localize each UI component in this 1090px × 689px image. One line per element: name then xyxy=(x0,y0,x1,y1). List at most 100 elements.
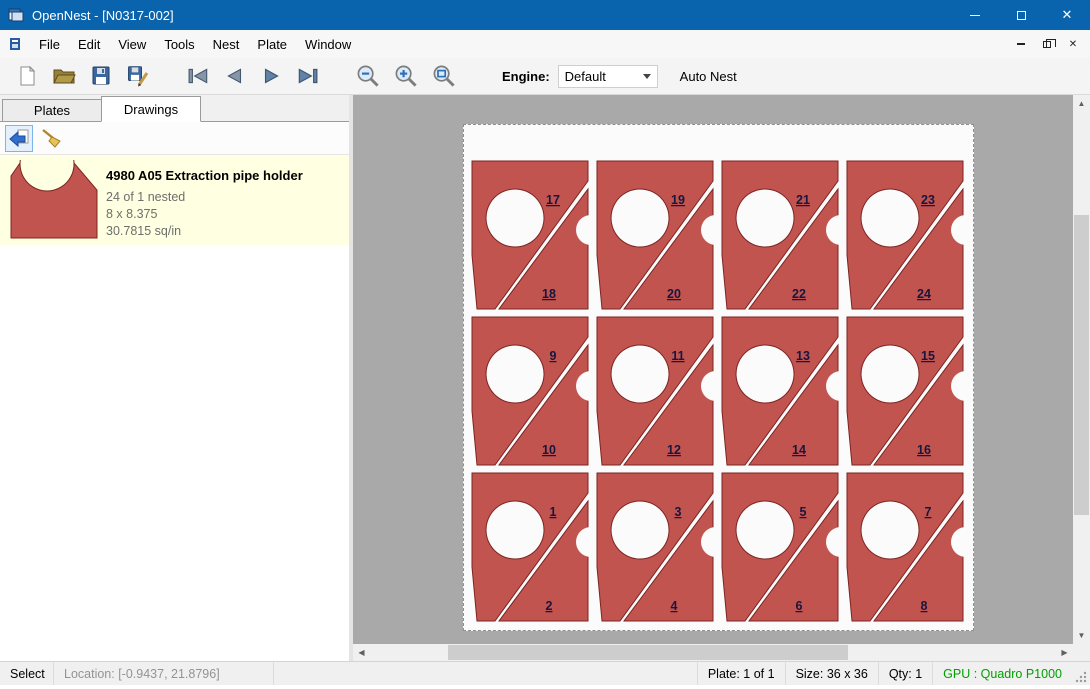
sidebar: Plates Drawings xyxy=(0,95,349,661)
nest-part[interactable] xyxy=(736,189,794,247)
nest-part[interactable] xyxy=(861,345,919,403)
nest-pair[interactable]: 1112 xyxy=(597,317,731,465)
auto-nest-button[interactable]: Auto Nest xyxy=(674,65,743,88)
nest-pair[interactable]: 78 xyxy=(847,473,973,621)
minimize-icon xyxy=(970,15,980,16)
titlebar: OpenNest - [N0317-002] ✕ xyxy=(0,0,1090,30)
nest-part[interactable] xyxy=(611,189,669,247)
menubar: File Edit View Tools Nest Plate Window ✕ xyxy=(0,30,1090,58)
statusbar: Select Location: [-0.9437, 21.8796] Plat… xyxy=(0,661,1090,685)
part-number: 9 xyxy=(550,349,557,363)
mdi-close-icon: ✕ xyxy=(1069,39,1077,50)
part-number: 23 xyxy=(921,193,935,207)
return-arrow-icon xyxy=(8,128,30,148)
status-location: Location: [-0.9437, 21.8796] xyxy=(54,662,274,685)
open-folder-icon xyxy=(52,65,76,87)
scrollbar-corner xyxy=(1073,644,1090,661)
return-part-button[interactable] xyxy=(5,125,33,152)
tab-drawings[interactable]: Drawings xyxy=(101,96,201,122)
open-button[interactable] xyxy=(50,61,78,91)
drawings-toolbar xyxy=(0,122,349,155)
nest-pair[interactable]: 56 xyxy=(722,473,856,621)
mdi-close-button[interactable]: ✕ xyxy=(1060,33,1086,55)
nest-pair[interactable]: 1516 xyxy=(847,317,973,465)
zoom-extents-button[interactable] xyxy=(430,61,458,91)
nest-pair[interactable]: 2122 xyxy=(722,161,856,309)
mdi-restore-button[interactable] xyxy=(1034,33,1060,55)
nest-part[interactable] xyxy=(861,501,919,559)
menu-tools[interactable]: Tools xyxy=(155,33,203,56)
nest-part[interactable] xyxy=(861,189,919,247)
mdi-minimize-icon xyxy=(1017,43,1025,45)
drawing-list-item[interactable]: 4980 A05 Extraction pipe holder 24 of 1 … xyxy=(0,155,349,245)
last-icon xyxy=(296,68,318,84)
nest-part[interactable] xyxy=(736,501,794,559)
clean-button[interactable] xyxy=(37,125,65,152)
part-number: 6 xyxy=(796,599,803,613)
nest-pair[interactable]: 1920 xyxy=(597,161,731,309)
zoom-out-button[interactable] xyxy=(354,61,382,91)
menu-file[interactable]: File xyxy=(30,33,69,56)
nest-pair[interactable]: 1314 xyxy=(722,317,856,465)
nest-pair[interactable]: 34 xyxy=(597,473,731,621)
part-number: 3 xyxy=(675,505,682,519)
scroll-up-icon[interactable]: ▲ xyxy=(1073,95,1090,112)
nest-pair[interactable]: 1718 xyxy=(472,161,606,309)
save-button[interactable] xyxy=(88,61,114,91)
next-plate-button[interactable] xyxy=(258,61,284,91)
scroll-left-icon[interactable]: ◀ xyxy=(353,644,370,661)
status-plate: Plate: 1 of 1 xyxy=(697,662,785,685)
menu-nest[interactable]: Nest xyxy=(204,33,249,56)
chevron-down-icon xyxy=(643,74,651,79)
nest-part[interactable] xyxy=(486,189,544,247)
part-number: 21 xyxy=(796,193,810,207)
horizontal-scroll-thumb[interactable] xyxy=(448,645,848,660)
part-number: 2 xyxy=(546,599,553,613)
save-icon xyxy=(90,65,112,87)
nest-part[interactable] xyxy=(486,345,544,403)
menu-edit[interactable]: Edit xyxy=(69,33,109,56)
nest-pair[interactable]: 12 xyxy=(472,473,606,621)
engine-select[interactable]: Default xyxy=(558,65,658,88)
status-gpu: GPU : Quadro P1000 xyxy=(932,662,1072,685)
nest-part[interactable] xyxy=(736,345,794,403)
nest-part[interactable] xyxy=(611,501,669,559)
drawing-size: 8 x 8.375 xyxy=(106,206,303,223)
mdi-minimize-button[interactable] xyxy=(1008,33,1034,55)
part-thumbnail xyxy=(8,160,106,240)
part-number: 15 xyxy=(921,349,935,363)
tab-plates[interactable]: Plates xyxy=(2,99,102,121)
nest-canvas[interactable]: 171819202122232491011121314151612345678 xyxy=(353,95,1073,644)
nest-pair[interactable]: 23 24 xyxy=(847,161,973,309)
maximize-icon xyxy=(1017,11,1026,20)
maximize-button[interactable] xyxy=(998,0,1044,30)
new-button[interactable] xyxy=(14,61,40,91)
menu-view[interactable]: View xyxy=(109,33,155,56)
vertical-scroll-thumb[interactable] xyxy=(1074,215,1089,515)
scroll-down-icon[interactable]: ▼ xyxy=(1073,627,1090,644)
first-plate-button[interactable] xyxy=(186,61,212,91)
next-icon xyxy=(260,68,282,84)
plate[interactable]: 171819202122232491011121314151612345678 xyxy=(463,124,974,631)
app-icon xyxy=(8,7,24,23)
nest-part[interactable] xyxy=(486,501,544,559)
horizontal-scrollbar[interactable]: ◀ ▶ xyxy=(353,644,1073,661)
save-as-button[interactable] xyxy=(124,61,152,91)
resize-grip[interactable] xyxy=(1072,662,1090,685)
zoom-extents-icon xyxy=(432,64,456,88)
scroll-right-icon[interactable]: ▶ xyxy=(1056,644,1073,661)
document-icon xyxy=(8,37,22,51)
previous-plate-button[interactable] xyxy=(222,61,248,91)
zoom-in-button[interactable] xyxy=(392,61,420,91)
nest-pair[interactable]: 910 xyxy=(472,317,606,465)
engine-selected-value: Default xyxy=(565,69,606,84)
minimize-button[interactable] xyxy=(952,0,998,30)
part-number: 24 xyxy=(917,287,931,301)
menu-window[interactable]: Window xyxy=(296,33,360,56)
close-button[interactable]: ✕ xyxy=(1044,0,1090,30)
vertical-scrollbar[interactable]: ▲ ▼ xyxy=(1073,95,1090,644)
nest-part[interactable] xyxy=(611,345,669,403)
app-window: OpenNest - [N0317-002] ✕ File Edit View … xyxy=(0,0,1090,685)
last-plate-button[interactable] xyxy=(294,61,320,91)
menu-plate[interactable]: Plate xyxy=(248,33,296,56)
